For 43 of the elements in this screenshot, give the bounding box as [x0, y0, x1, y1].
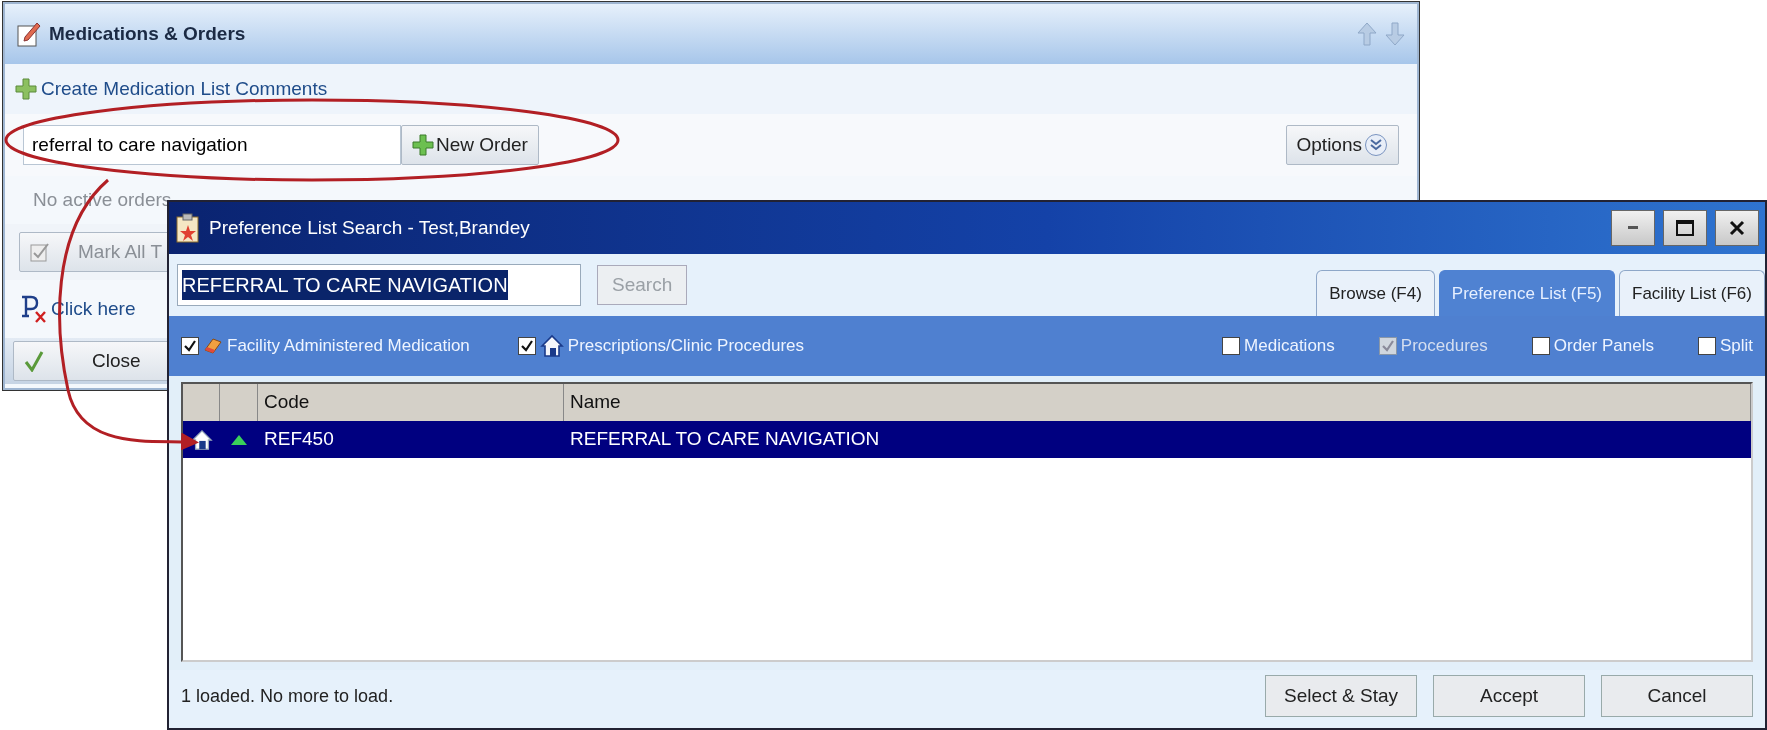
- search-field[interactable]: REFERRAL TO CARE NAVIGATION: [177, 264, 581, 306]
- triangle-icon: [231, 434, 247, 445]
- tab[interactable]: Facility List (F6): [1619, 270, 1765, 316]
- plus-icon: [15, 78, 37, 100]
- house-icon: [539, 334, 564, 358]
- dialog-button[interactable]: Cancel: [1601, 675, 1753, 717]
- clipboard-icon: [175, 213, 201, 243]
- minimize-button[interactable]: [1611, 210, 1655, 246]
- table-row[interactable]: REF450 REFERRAL TO CARE NAVIGATION: [183, 421, 1751, 458]
- eraser-icon: [203, 336, 223, 356]
- checkbox[interactable]: [181, 337, 199, 355]
- filter-label[interactable]: Medications: [1244, 333, 1335, 359]
- close-icon: [1729, 220, 1745, 236]
- prescription-icon: [19, 294, 47, 324]
- close-window-button[interactable]: [1715, 210, 1759, 246]
- options-button[interactable]: Options: [1285, 125, 1399, 165]
- maximize-icon: [1676, 220, 1694, 236]
- checkbox[interactable]: [1697, 337, 1716, 355]
- order-search-field[interactable]: referral to care navigation: [23, 125, 401, 165]
- check-icon: [24, 350, 44, 372]
- checklist-icon: [30, 242, 50, 262]
- dialog-button[interactable]: Select & Stay: [1265, 675, 1417, 717]
- house-icon: [190, 428, 213, 451]
- checkbox[interactable]: [1222, 337, 1241, 355]
- table-cell: REF450: [264, 428, 334, 450]
- edit-note-icon: [17, 21, 41, 47]
- maximize-button[interactable]: [1663, 210, 1707, 246]
- checkbox[interactable]: [1531, 337, 1550, 355]
- filter-label[interactable]: Prescriptions/Clinic Procedures: [567, 333, 805, 359]
- table-cell: REFERRAL TO CARE NAVIGATION: [570, 428, 880, 450]
- tab[interactable]: Browse (F4): [1316, 270, 1435, 316]
- create-comments-link[interactable]: Create Medication List Comments: [41, 74, 328, 104]
- filter-label[interactable]: Order Panels: [1553, 333, 1654, 359]
- filter-label[interactable]: Split: [1719, 333, 1753, 359]
- minimize-icon: [1628, 226, 1638, 230]
- dialog-button[interactable]: Accept: [1433, 675, 1585, 717]
- status-text: 1 loaded. No more to load.: [181, 684, 394, 708]
- filter-label[interactable]: Facility Administered Medication: [227, 333, 470, 359]
- new-order-button[interactable]: New Order: [401, 125, 539, 165]
- plus-icon: [412, 134, 434, 156]
- expand-icon: [1364, 133, 1388, 157]
- panel-title: Medications & Orders: [49, 21, 246, 46]
- checkbox[interactable]: [517, 337, 536, 355]
